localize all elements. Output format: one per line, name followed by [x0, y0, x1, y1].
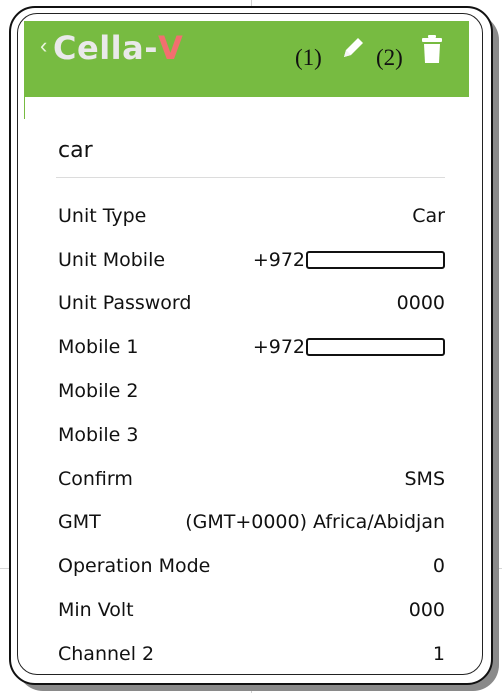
field-value: 0 [432, 555, 445, 578]
field-value: SMS [404, 467, 445, 490]
redacted-number-box [306, 338, 445, 357]
row-gmt: GMT (GMT+0000) Africa/Abidjan [58, 501, 445, 545]
field-label: Mobile 1 [58, 336, 139, 359]
unit-name-title: car [58, 138, 93, 163]
row-min-volt: Min Volt 000 [58, 588, 445, 632]
phone-prefix: +972 [252, 248, 305, 271]
field-value: +972 [253, 249, 445, 271]
app-header: ‹ Cella- V (1) (2) [24, 21, 469, 97]
field-label: Unit Password [58, 292, 192, 315]
phone-prefix: +972 [252, 336, 305, 359]
app-logo: Cella- V [53, 27, 183, 69]
header-notch [24, 97, 37, 119]
logo-prefix: Cella- [53, 29, 158, 67]
field-label: GMT [58, 511, 101, 534]
field-label: Confirm [58, 467, 133, 490]
field-label: Min Volt [58, 599, 134, 622]
logo-suffix: V [158, 29, 184, 67]
chevron-left-icon[interactable]: ‹ [40, 35, 47, 57]
field-value: 1 [432, 642, 445, 665]
unit-details-list: Unit Type Car Unit Mobile +972 Unit Pass… [58, 194, 445, 676]
row-operation-mode: Operation Mode 0 [58, 544, 445, 588]
row-channel-2: Channel 2 1 [58, 632, 445, 676]
callout-label-2: (2) [376, 45, 403, 70]
field-value: Car [412, 204, 445, 227]
row-confirm: Confirm SMS [58, 457, 445, 501]
field-value: 0000 [396, 292, 445, 315]
row-unit-mobile: Unit Mobile +972 [58, 238, 445, 282]
row-mobile-2: Mobile 2 [58, 369, 445, 413]
row-mobile-1: Mobile 1 +972 [58, 325, 445, 369]
field-label: Unit Mobile [58, 248, 166, 271]
trash-icon[interactable] [420, 33, 444, 72]
field-label: Unit Type [58, 204, 147, 227]
redacted-number-box [306, 250, 445, 269]
field-value: +972 [253, 336, 445, 358]
title-divider [56, 177, 445, 178]
field-label: Channel 2 [58, 642, 155, 665]
pencil-icon[interactable] [338, 33, 368, 68]
callout-label-1: (1) [295, 45, 322, 70]
field-label: Operation Mode [58, 555, 211, 578]
field-label: Mobile 2 [58, 380, 139, 403]
row-unit-type: Unit Type Car [58, 194, 445, 238]
row-unit-password: Unit Password 0000 [58, 282, 445, 326]
row-mobile-3: Mobile 3 [58, 413, 445, 457]
field-value: (GMT+0000) Africa/Abidjan [185, 511, 445, 534]
field-label: Mobile 3 [58, 423, 139, 446]
field-value: 000 [408, 599, 445, 622]
